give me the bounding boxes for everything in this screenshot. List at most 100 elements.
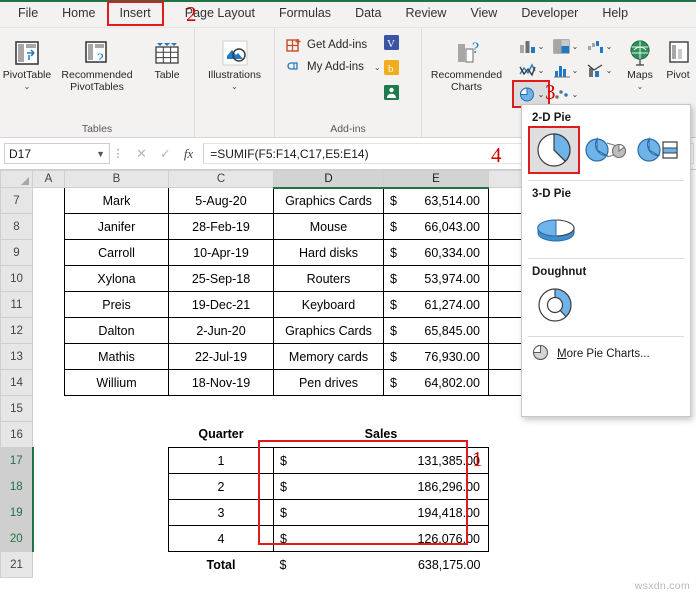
row-header-11[interactable]: 11	[0, 291, 33, 318]
tab-data[interactable]: Data	[343, 2, 393, 25]
cell-e10[interactable]: $ 53,974.00	[383, 265, 489, 292]
tab-file[interactable]: File	[6, 2, 50, 25]
pie-chart-dropdown-menu[interactable]: 2-D Pie 3-D Pie Doughnut More Pie Charts…	[521, 104, 691, 417]
pie-of-pie-option[interactable]	[582, 128, 630, 172]
cell-e15[interactable]	[383, 395, 489, 422]
chevron-down-icon[interactable]: ▼	[96, 149, 105, 159]
cell-a16[interactable]	[32, 421, 65, 448]
cell-d14[interactable]: Pen drives	[273, 369, 384, 396]
cell-d15[interactable]	[273, 395, 384, 422]
cell-b9[interactable]: Carroll	[64, 239, 169, 266]
cell-c15[interactable]	[168, 395, 274, 422]
column-header-b[interactable]: B	[64, 170, 169, 188]
cell-a12[interactable]	[32, 317, 65, 344]
row-header-13[interactable]: 13	[0, 343, 33, 370]
bar-of-pie-option[interactable]	[634, 128, 682, 172]
chevron-down-icon[interactable]: ⌄	[374, 64, 381, 72]
cell-g18[interactable]	[488, 473, 594, 500]
cell-c18-quarter[interactable]: 2	[168, 473, 274, 500]
cell-b19[interactable]	[64, 499, 169, 526]
recommended-charts-button[interactable]: ? Recommended Charts	[425, 34, 509, 93]
cell-a14[interactable]	[32, 369, 65, 396]
row-header-12[interactable]: 12	[0, 317, 33, 344]
summary-header-sales[interactable]: Sales	[273, 421, 489, 448]
cell-d19-sales[interactable]: $ 194,418.00	[273, 499, 489, 526]
cell-c17-quarter[interactable]: 1	[168, 447, 274, 474]
cell-b8[interactable]: Janifer	[64, 213, 169, 240]
chevron-down-icon[interactable]: ⌄	[24, 82, 31, 90]
cell-a9[interactable]	[32, 239, 65, 266]
cell-a11[interactable]	[32, 291, 65, 318]
tab-developer[interactable]: Developer	[509, 2, 590, 25]
pivotchart-button[interactable]: Pivot	[661, 34, 695, 82]
pie-3d-option[interactable]	[530, 204, 582, 250]
tab-formulas[interactable]: Formulas	[267, 2, 343, 25]
cell-d20-sales[interactable]: $ 126,076.00	[273, 525, 489, 552]
chevron-down-icon[interactable]: ⌄	[231, 82, 238, 90]
pivottable-button[interactable]: PivotTable ⌄	[0, 34, 58, 90]
cell-b13[interactable]: Mathis	[64, 343, 169, 370]
combo-chart-button[interactable]: ⌄	[582, 58, 616, 82]
cell-c14[interactable]: 18-Nov-19	[168, 369, 274, 396]
row-header-9[interactable]: 9	[0, 239, 33, 266]
row-header-20[interactable]: 20	[0, 525, 34, 552]
cell-e14[interactable]: $ 64,802.00	[383, 369, 489, 396]
tab-page-layout[interactable]: Page Layout	[163, 2, 267, 25]
column-header-a[interactable]: A	[32, 170, 65, 188]
my-addins-button[interactable]: My Add-ins ⌄	[285, 56, 381, 78]
chevron-down-icon[interactable]: ⌄	[606, 66, 613, 75]
cell-e12[interactable]: $ 65,845.00	[383, 317, 489, 344]
confirm-formula-icon[interactable]: ✓	[160, 146, 171, 162]
cell-c12[interactable]: 2-Jun-20	[168, 317, 274, 344]
tab-view[interactable]: View	[458, 2, 509, 25]
more-pie-charts-item[interactable]: More Pie Charts...	[522, 337, 690, 371]
chevron-down-icon[interactable]: ⌄	[572, 90, 579, 99]
pie-2d-option[interactable]	[528, 126, 580, 174]
cell-b18[interactable]	[64, 473, 169, 500]
tab-review[interactable]: Review	[393, 2, 458, 25]
total-label[interactable]: Total	[168, 551, 274, 578]
hierarchy-chart-button[interactable]: ⌄	[548, 34, 582, 58]
cell-b20[interactable]	[64, 525, 169, 552]
bing-addin-icon[interactable]: b	[383, 59, 400, 81]
cell-b21[interactable]	[64, 551, 169, 578]
column-header-d[interactable]: D	[273, 170, 384, 189]
cell-d9[interactable]: Hard disks	[273, 239, 384, 266]
row-header-10[interactable]: 10	[0, 265, 33, 292]
cell-b16[interactable]	[64, 421, 169, 448]
cell-a15[interactable]	[32, 395, 65, 422]
cell-a7[interactable]	[32, 187, 65, 214]
cell-c13[interactable]: 22-Jul-19	[168, 343, 274, 370]
row-header-17[interactable]: 17	[0, 447, 34, 474]
cell-d17-sales[interactable]: $ 131,385.00	[273, 447, 489, 474]
row-header-19[interactable]: 19	[0, 499, 34, 526]
line-chart-button[interactable]: ⌄	[514, 58, 548, 82]
row-header-16[interactable]: 16	[0, 421, 33, 448]
cell-e11[interactable]: $ 61,274.00	[383, 291, 489, 318]
cell-a19[interactable]	[32, 499, 65, 526]
row-header-21[interactable]: 21	[0, 551, 33, 578]
cell-e13[interactable]: $ 76,930.00	[383, 343, 489, 370]
chevron-down-icon[interactable]: ⌄	[572, 42, 579, 51]
doughnut-option[interactable]	[530, 282, 580, 328]
cell-c8[interactable]: 28-Feb-19	[168, 213, 274, 240]
total-amount-cell[interactable]: $ 638,175.00	[273, 551, 489, 578]
cell-e7[interactable]: $ 63,514.00	[383, 187, 489, 214]
insert-function-icon[interactable]: fx	[184, 146, 193, 162]
cell-d7[interactable]: Graphics Cards	[273, 187, 384, 214]
cell-a21[interactable]	[32, 551, 65, 578]
cell-b12[interactable]: Dalton	[64, 317, 169, 344]
cell-c20-quarter[interactable]: 4	[168, 525, 274, 552]
cell-a20[interactable]	[32, 525, 65, 552]
recommended-pivottables-button[interactable]: ? Recommended PivotTables	[58, 34, 136, 93]
visio-addin-icon[interactable]: V	[383, 34, 400, 56]
cell-g16[interactable]	[488, 421, 594, 448]
row-header-8[interactable]: 8	[0, 213, 33, 240]
cell-b7[interactable]: Mark	[64, 187, 169, 214]
cell-g19[interactable]	[488, 499, 594, 526]
row-header-7[interactable]: 7	[0, 187, 33, 214]
waterfall-chart-button[interactable]: ⌄	[582, 34, 616, 58]
cell-d10[interactable]: Routers	[273, 265, 384, 292]
chevron-down-icon[interactable]: ⌄	[538, 66, 545, 75]
summary-header-quarter[interactable]: Quarter	[168, 421, 274, 448]
